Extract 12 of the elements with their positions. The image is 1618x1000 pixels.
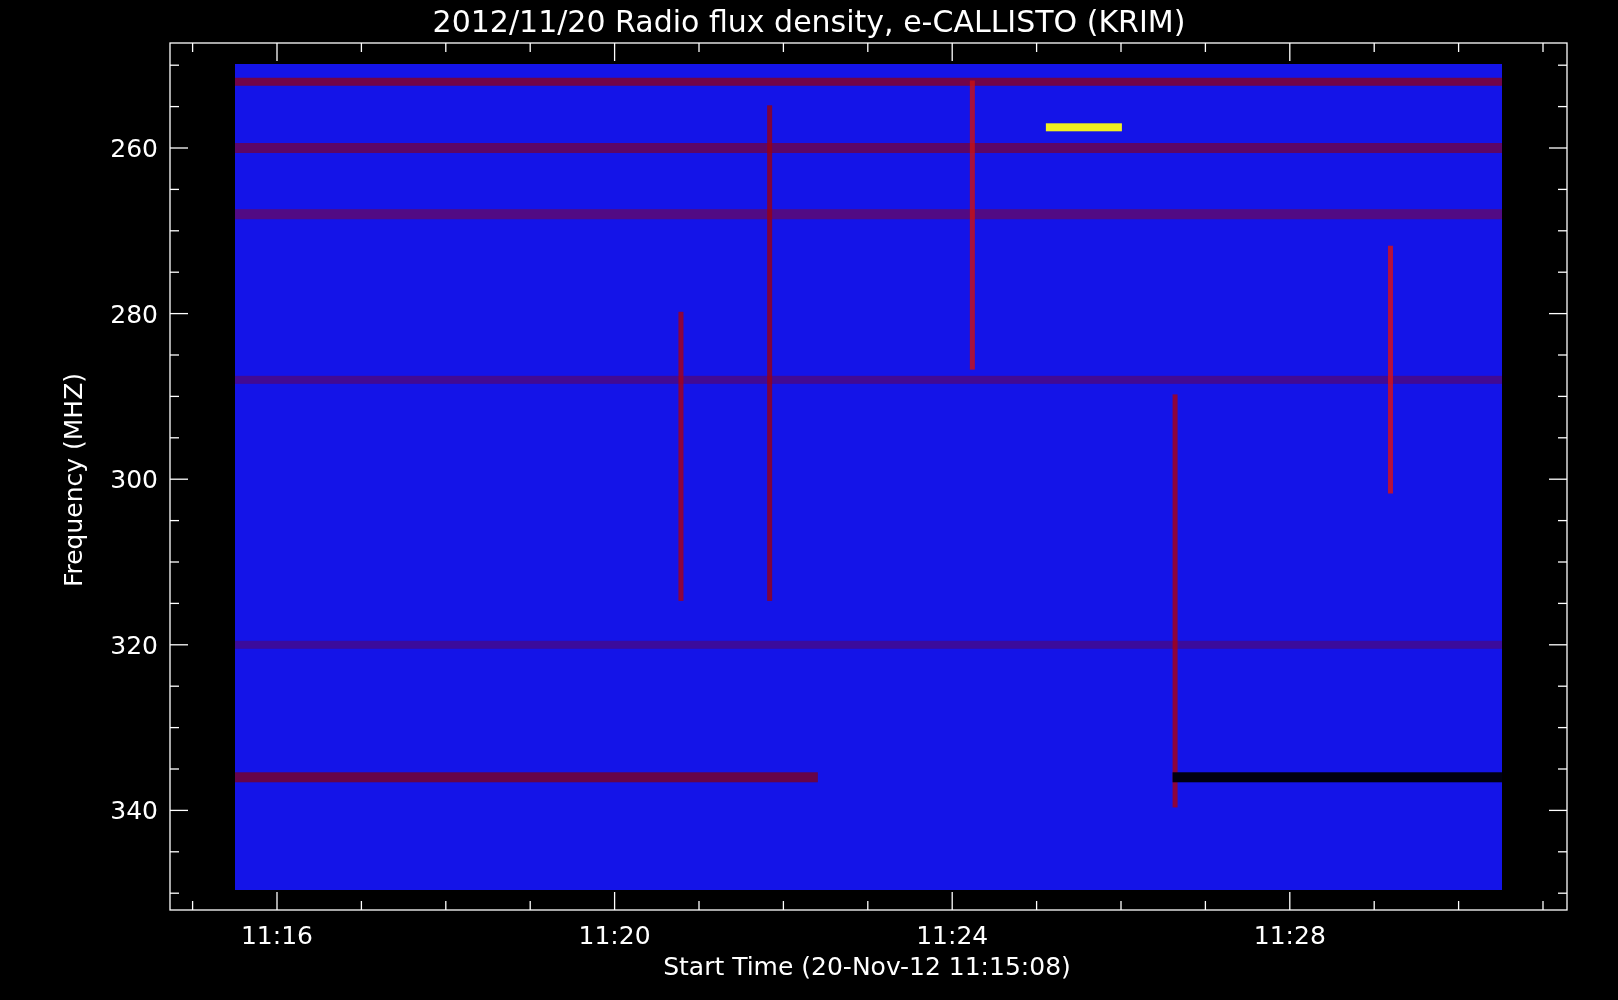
chart-title: 2012/11/20 Radio flux density, e-CALLISTO (KRIM)	[432, 4, 1186, 39]
y-tick-label: 260	[110, 134, 158, 163]
x-tick-label: 11:16	[241, 921, 313, 950]
x-tick-label: 11:24	[916, 921, 989, 950]
y-tick-label: 340	[110, 796, 158, 826]
y-tick-label: 320	[110, 630, 158, 660]
x-tick-label: 11:28	[1253, 921, 1326, 950]
y-tick-label: 300	[110, 465, 158, 495]
y-axis-label: Frequency (MHZ)	[59, 372, 88, 588]
x-axis-label: Start Time (20-Nov-12 11:15:08)	[663, 952, 1071, 981]
x-tick-label: 11:20	[578, 921, 651, 950]
y-tick-label: 280	[110, 299, 158, 329]
